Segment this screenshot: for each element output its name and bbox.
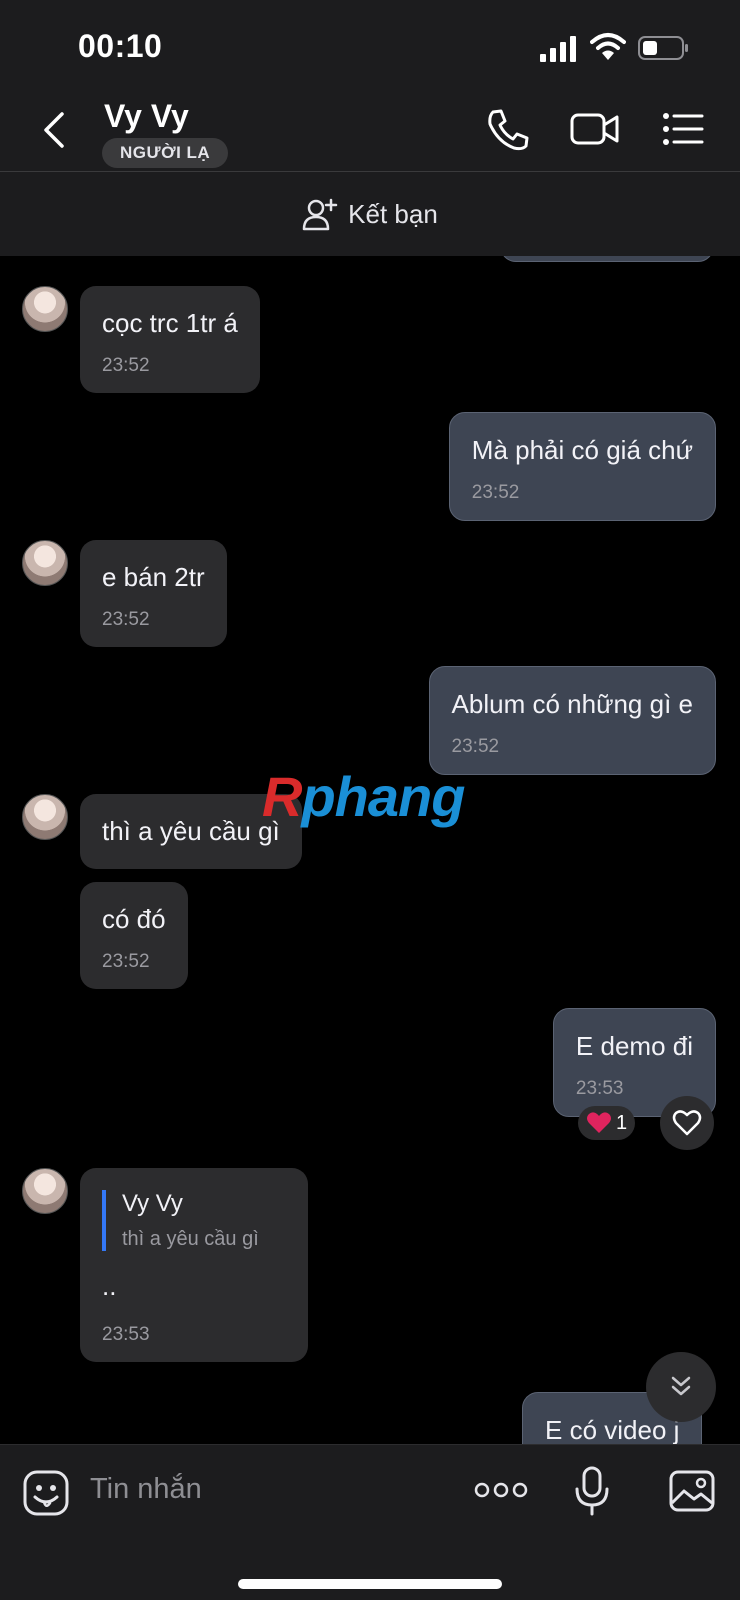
home-indicator [238,1579,502,1589]
phone-icon[interactable] [484,106,534,152]
chat-header: Vy Vy NGƯỜI LẠ [0,96,740,172]
message-text: E demo đi [575,1031,693,1061]
message-time: 23:52 [102,951,150,972]
message-bubble-incoming[interactable]: Vy Vy thì a yêu cầu gì .. 23:53 [80,1168,308,1362]
message-text: Ablum có những gì e [451,689,693,719]
wifi-icon [590,33,626,60]
image-icon[interactable] [668,1469,716,1513]
message-text: .. [102,1271,117,1301]
contact-avatar[interactable] [22,286,68,332]
message-time: 23:52 [451,736,500,757]
chevron-double-down-icon [671,1376,691,1396]
add-friend-icon [302,198,338,231]
watermark-part1: R [262,765,302,828]
contact-avatar[interactable] [22,1168,68,1214]
react-button[interactable] [660,1096,714,1150]
message-bubble-incoming[interactable]: e bán 2tr 23:52 [80,540,227,647]
heart-icon [672,1110,702,1136]
emoji-icon[interactable] [22,1469,70,1517]
watermark-part2: phang [301,765,465,828]
message-time: 23:52 [102,355,150,376]
quoted-sender: Vy Vy [122,1190,183,1217]
message-bubble-incoming[interactable]: có đó 23:52 [80,882,188,989]
message-input[interactable]: Tin nhắn [90,1473,202,1506]
message-bubble-outgoing[interactable]: Ablum có những gì e 23:52 [428,666,716,775]
more-icon[interactable] [474,1479,528,1501]
message-time: 23:52 [471,482,520,503]
contact-avatar[interactable] [22,794,68,840]
message-time: 23:53 [575,1078,624,1099]
message-bubble-outgoing[interactable]: Mà phải có giá chứ 23:52 [448,412,716,521]
watermark-logo: Rphang [262,764,465,829]
message-time: 23:52 [102,609,150,630]
scroll-to-bottom-button[interactable] [646,1352,716,1422]
heart-icon [587,1112,611,1133]
battery-icon [638,36,688,60]
status-time: 00:10 [78,28,163,64]
cellular-signal-icon [540,36,576,62]
status-bar: 00:10 [0,0,740,96]
message-list[interactable]: cọc trc 1tr á 23:52 Mà phải có giá chứ 2… [0,256,740,1444]
contact-avatar[interactable] [22,540,68,586]
message-text: E có video j [545,1415,680,1444]
message-text: Mà phải có giá chứ [471,435,693,465]
message-text: e bán 2tr [102,562,205,592]
stranger-badge: NGƯỜI LẠ [102,138,229,168]
quoted-text: thì a yêu cầu gì [122,1228,259,1250]
message-bubble-incoming[interactable]: cọc trc 1tr á 23:52 [80,286,260,393]
add-friend-bar[interactable]: Kết bạn [0,172,740,256]
message-text: thì a yêu cầu gì [102,816,280,846]
microphone-icon[interactable] [572,1465,612,1517]
message-text: cọc trc 1tr á [102,308,238,338]
quoted-message[interactable]: Vy Vy thì a yêu cầu gì [102,1190,286,1251]
contact-name[interactable]: Vy Vy [104,98,189,135]
message-time: 23:53 [102,1324,150,1345]
message-text: có đó [102,904,166,934]
video-call-icon[interactable] [570,106,620,152]
back-icon[interactable] [38,110,74,150]
menu-list-icon[interactable] [660,106,710,152]
add-friend-label: Kết bạn [348,198,438,229]
reaction-badge[interactable]: 1 [578,1106,636,1140]
message-bubble-partial[interactable] [500,256,714,262]
message-input-bar: Tin nhắn [0,1444,740,1600]
reaction-count: 1 [616,1111,628,1134]
